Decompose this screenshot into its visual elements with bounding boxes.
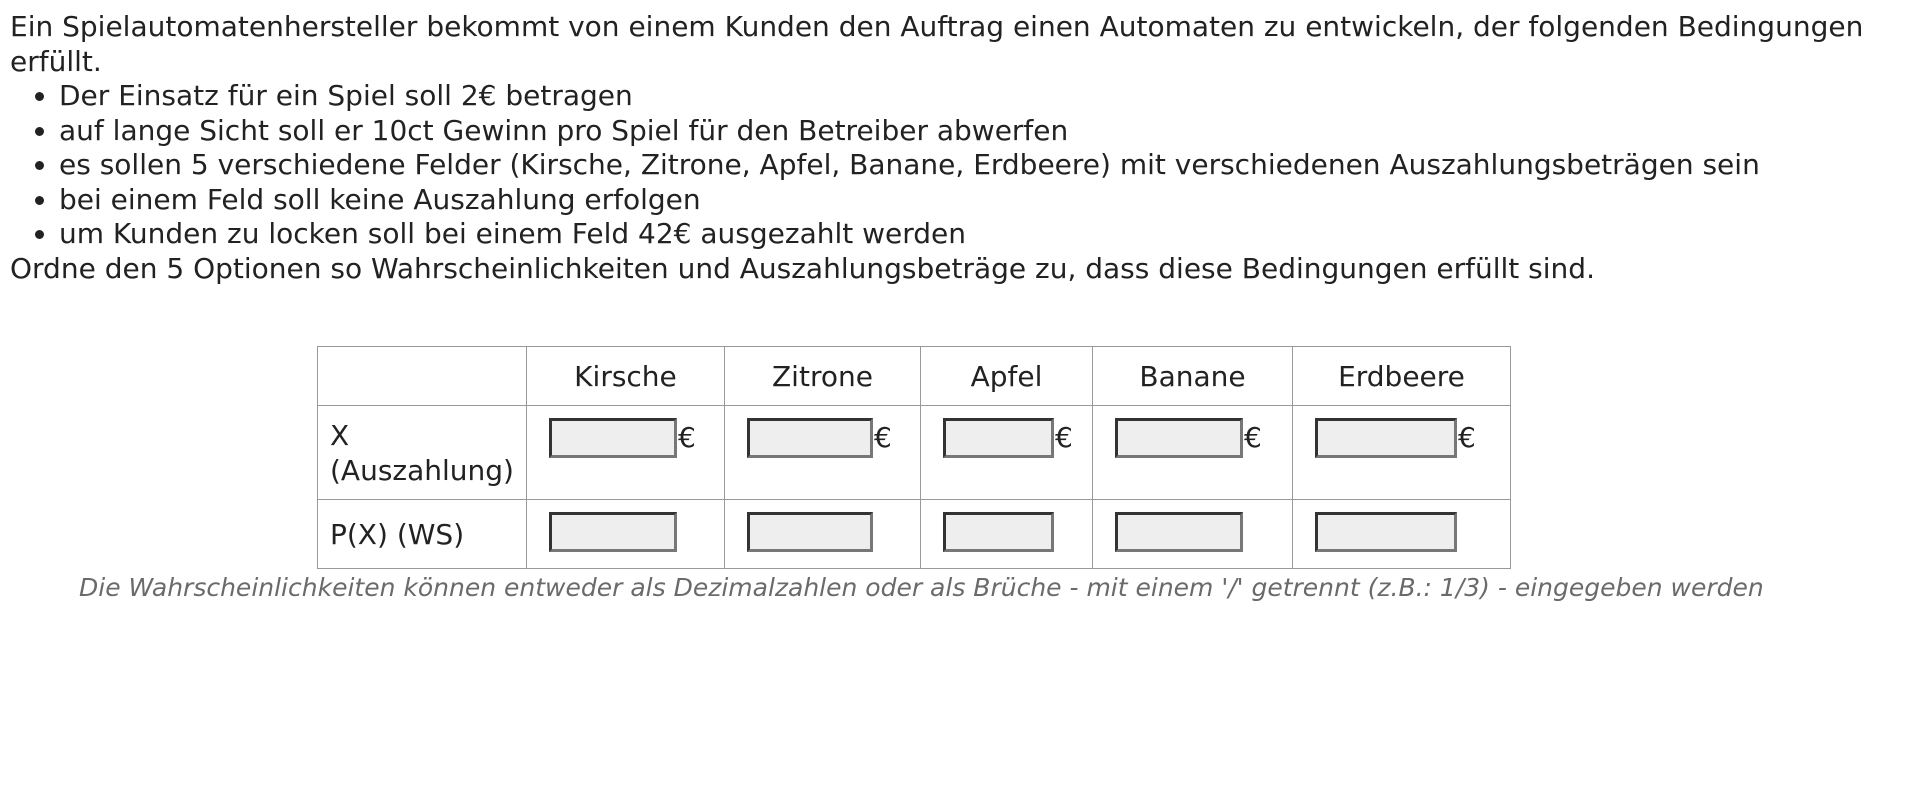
probability-row: P(X) (WS) — [317, 499, 1511, 569]
column-header-banane: Banane — [1091, 346, 1293, 406]
probability-cell-banane — [1091, 499, 1293, 569]
payout-cell-banane: € — [1091, 405, 1293, 500]
payout-input-zitrone[interactable] — [746, 418, 873, 458]
payout-row-label: X (Auszahlung) — [317, 405, 527, 500]
probability-cell-kirsche — [525, 499, 725, 569]
condition-item: es sollen 5 verschiedene Felder (Kirsche… — [59, 148, 1910, 183]
corner-cell — [317, 346, 527, 406]
exercise: Ein Spielautomatenhersteller bekommt von… — [10, 10, 1910, 286]
column-header-apfel: Apfel — [919, 346, 1093, 406]
conditions-list: Der Einsatz für ein Spiel soll 2€ betrag… — [10, 79, 1910, 252]
currency-symbol: € — [1054, 421, 1073, 454]
currency-symbol: € — [1243, 421, 1262, 454]
payout-input-banane[interactable] — [1114, 418, 1243, 458]
payout-input-apfel[interactable] — [942, 418, 1054, 458]
probability-input-banane[interactable] — [1114, 512, 1243, 552]
condition-item: bei einem Feld soll keine Auszahlung erf… — [59, 183, 1910, 218]
input-hint: Die Wahrscheinlichkeiten können entweder… — [79, 573, 1764, 602]
column-header-zitrone: Zitrone — [723, 346, 921, 406]
payout-cell-zitrone: € — [723, 405, 921, 500]
answer-table: Kirsche Zitrone Apfel Banane Erdbeere X … — [317, 346, 1511, 569]
condition-item: Der Einsatz für ein Spiel soll 2€ betrag… — [59, 79, 1910, 114]
header-row: Kirsche Zitrone Apfel Banane Erdbeere — [317, 346, 1511, 406]
column-header-erdbeere: Erdbeere — [1291, 346, 1511, 406]
probability-cell-erdbeere — [1291, 499, 1511, 569]
probability-input-apfel[interactable] — [942, 512, 1054, 552]
condition-item: um Kunden zu locken soll bei einem Feld … — [59, 217, 1910, 252]
probability-input-zitrone[interactable] — [746, 512, 873, 552]
task-text: Ordne den 5 Optionen so Wahrscheinlichke… — [10, 251, 1595, 285]
payout-label-line2: (Auszahlung) — [330, 453, 514, 487]
payout-cell-apfel: € — [919, 405, 1093, 500]
payout-row: X (Auszahlung) € € € € € — [317, 405, 1511, 500]
probability-input-erdbeere[interactable] — [1314, 512, 1457, 552]
probability-row-label: P(X) (WS) — [317, 499, 527, 569]
currency-symbol: € — [1457, 421, 1476, 454]
payout-cell-kirsche: € — [525, 405, 725, 500]
column-header-kirsche: Kirsche — [525, 346, 725, 406]
probability-cell-zitrone — [723, 499, 921, 569]
condition-item: auf lange Sicht soll er 10ct Gewinn pro … — [59, 114, 1910, 149]
currency-symbol: € — [873, 421, 892, 454]
probability-input-kirsche[interactable] — [548, 512, 677, 552]
payout-input-kirsche[interactable] — [548, 418, 677, 458]
payout-label-line1: X — [330, 418, 350, 452]
probability-cell-apfel — [919, 499, 1093, 569]
payout-input-erdbeere[interactable] — [1314, 418, 1457, 458]
currency-symbol: € — [677, 421, 696, 454]
intro-text: Ein Spielautomatenhersteller bekommt von… — [10, 10, 1864, 78]
payout-cell-erdbeere: € — [1291, 405, 1511, 500]
